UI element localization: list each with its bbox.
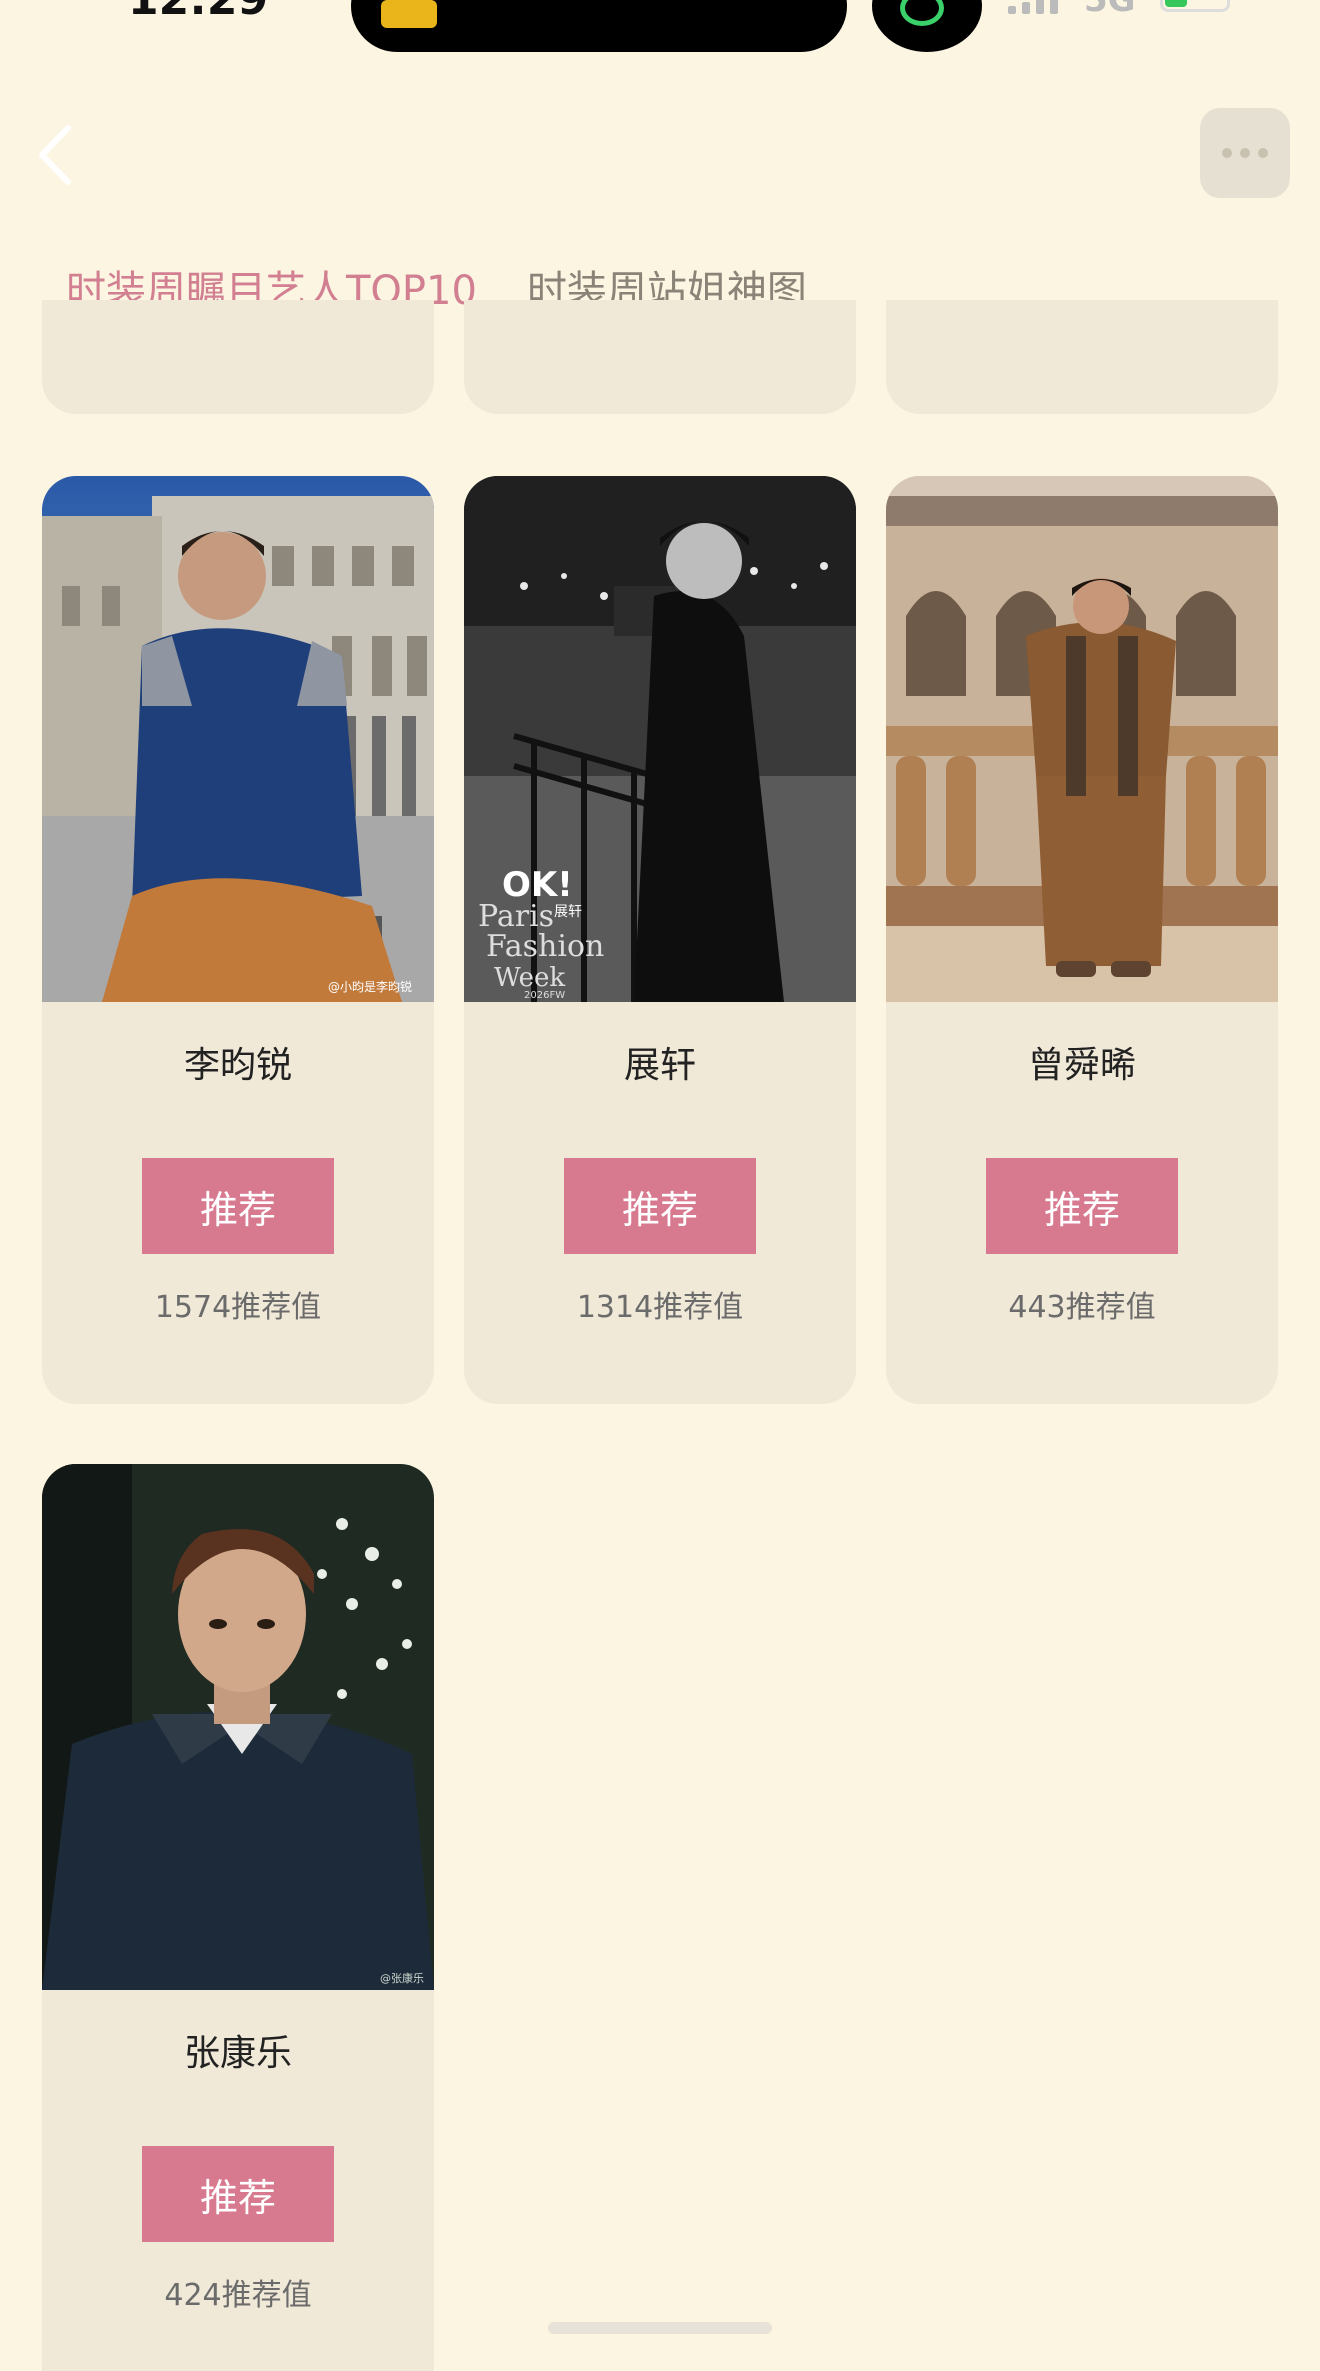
artist-card[interactable]: OK! Paris 展轩 Fashion Week 2026FW 展轩 推荐 1… <box>464 476 856 1404</box>
activity-ring-icon <box>900 0 944 26</box>
taxi-app-icon <box>381 0 437 28</box>
recommend-button[interactable]: 推荐 <box>986 1158 1178 1254</box>
artist-name: 展轩 <box>623 1045 696 1086</box>
recommend-button[interactable]: 推荐 <box>564 1158 756 1254</box>
dynamic-island <box>351 0 847 52</box>
photo-watermark: @张康乐 <box>380 1971 424 1985</box>
home-indicator[interactable] <box>548 2322 772 2334</box>
network-label: 5G <box>1084 0 1136 20</box>
recommend-button[interactable]: 推荐 <box>142 2146 334 2242</box>
card-partial[interactable] <box>886 300 1278 414</box>
chevron-left-icon <box>39 125 71 185</box>
battery-icon <box>1160 0 1230 12</box>
svg-text:展轩: 展轩 <box>554 904 582 920</box>
artist-photo[interactable]: @小昀是李昀锐 <box>42 476 434 1002</box>
artist-card[interactable]: 曾舜晞 推荐 443推荐值 <box>886 476 1278 1404</box>
card-partial[interactable] <box>464 300 856 414</box>
more-button[interactable] <box>1200 108 1290 198</box>
artist-name: 张康乐 <box>183 2033 292 2074</box>
svg-text:2026FW: 2026FW <box>524 990 565 1001</box>
recommend-score: 443推荐值 <box>1008 1290 1156 1325</box>
artist-photo[interactable]: @张康乐 <box>42 1464 434 1990</box>
artist-card[interactable]: @张康乐 张康乐 推荐 424推荐值 <box>42 1464 434 2371</box>
recommend-score: 424推荐值 <box>164 2278 312 2313</box>
page: 12:29 5G 时装周瞩目艺人TOP10 时装周站姐神图 <box>0 0 1320 2371</box>
recommend-score: 1314推荐值 <box>576 1290 744 1325</box>
svg-text:Week: Week <box>494 963 565 993</box>
artist-name: 曾舜晞 <box>1027 1045 1136 1086</box>
artist-card[interactable]: @小昀是李昀锐 李昀锐 推荐 1574推荐值 <box>42 476 434 1404</box>
card-partial[interactable] <box>42 300 434 414</box>
recommend-score: 1574推荐值 <box>154 1290 322 1325</box>
ellipsis-icon <box>1222 148 1232 158</box>
svg-text:Fashion: Fashion <box>486 929 604 964</box>
live-activity-bubble <box>872 0 982 52</box>
photo-watermark: @小昀是李昀锐 <box>328 979 412 994</box>
artist-name: 李昀锐 <box>183 1045 292 1086</box>
artist-photo[interactable] <box>886 476 1278 1002</box>
back-button[interactable] <box>30 120 80 190</box>
recommend-button[interactable]: 推荐 <box>142 1158 334 1254</box>
signal-icon <box>1008 0 1058 14</box>
status-time: 12:29 <box>128 0 268 25</box>
artist-photo[interactable]: OK! Paris 展轩 Fashion Week 2026FW <box>464 476 856 1002</box>
